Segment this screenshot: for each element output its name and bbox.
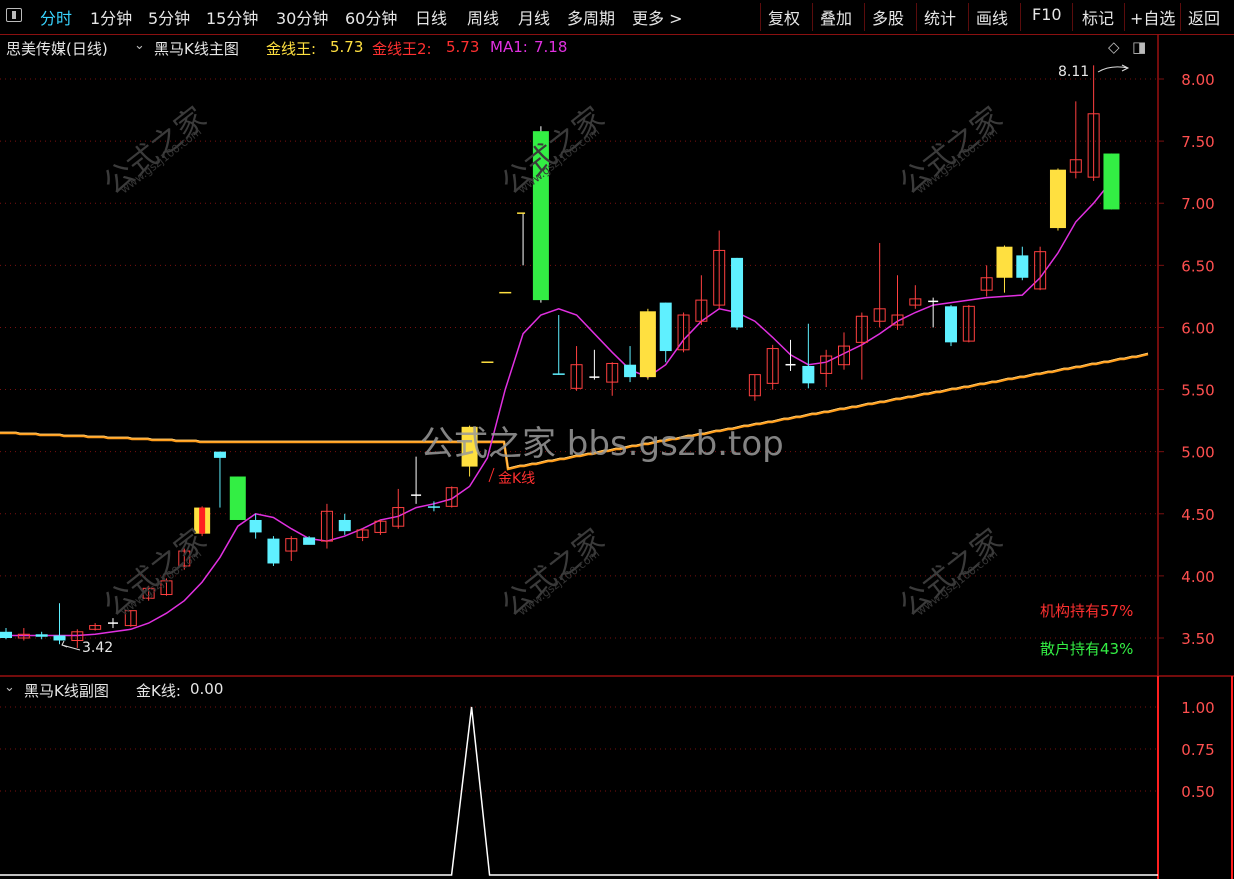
y-tick-label: 6.50 <box>1181 257 1214 275</box>
gold-k-label: 金K线: <box>136 682 181 700</box>
candle-body <box>1049 169 1066 229</box>
gold-k-arrow <box>488 467 495 483</box>
chevron-down-icon[interactable]: ⌄ <box>134 38 145 53</box>
candle-body <box>53 635 66 641</box>
candle-body <box>267 538 280 564</box>
diamond-icon[interactable]: ◇ <box>1108 38 1120 56</box>
gold-line-label: 金线王: <box>266 40 317 58</box>
gold-k-signal-label: 金K线 <box>498 471 536 487</box>
candle-body <box>1016 255 1029 278</box>
candle-body <box>213 451 226 458</box>
candle-body <box>802 365 815 384</box>
y-tick-label: 6.00 <box>1181 319 1214 337</box>
high-arrow <box>1097 66 1129 73</box>
sub-y-tick-label: 0.75 <box>1181 741 1214 759</box>
candle-body <box>659 302 672 352</box>
candle-body <box>731 257 744 328</box>
candle-body <box>639 311 656 378</box>
sub-chevron-down-icon[interactable]: ⌄ <box>4 680 15 695</box>
candle-body <box>944 306 957 343</box>
candle-body <box>229 476 246 520</box>
high-price-label: 8.11 <box>1058 64 1090 80</box>
sub-y-tick-label: 1.00 <box>1181 699 1214 717</box>
y-tick-label: 5.50 <box>1181 382 1214 400</box>
candle-body <box>338 519 351 532</box>
candle-body <box>996 246 1013 278</box>
watermark-center: 公式之家 bbs.gszb.top <box>420 424 784 464</box>
ma1-label: MA1: <box>490 38 528 56</box>
candle-body-signal-inner <box>199 507 206 534</box>
y-tick-label: 7.50 <box>1181 133 1214 151</box>
low-price-label: 3.42 <box>82 640 114 656</box>
sub-indicator-name[interactable]: 黑马K线副图 <box>24 680 109 701</box>
y-tick-label: 4.50 <box>1181 506 1214 524</box>
window-icon[interactable]: ◨ <box>1132 38 1146 56</box>
candle-body <box>249 519 262 533</box>
sub-y-tick-label: 0.50 <box>1181 783 1214 801</box>
ma1-value: 7.18 <box>534 38 568 56</box>
candle-body <box>427 506 440 508</box>
y-tick-label: 7.00 <box>1181 195 1214 213</box>
gold-k-value: 0.00 <box>190 680 224 698</box>
gold-line-value: 5.73 <box>330 38 364 56</box>
gold-k-indicator-line <box>0 706 1158 876</box>
high-arrow-head <box>1121 64 1130 72</box>
candle-body <box>35 634 48 637</box>
gold-line2-label: 金线王2: <box>372 40 432 58</box>
gold-line2-value: 5.73 <box>446 38 480 56</box>
candle-body <box>0 631 12 638</box>
candle-body <box>1103 153 1120 210</box>
main-indicator-name[interactable]: 黑马K线主图 <box>154 38 239 59</box>
candle-body <box>552 373 565 375</box>
institution-holding: 机构持有57% <box>1040 602 1134 620</box>
stock-name: 思美传媒(日线) <box>6 40 108 58</box>
candle-body <box>624 364 637 378</box>
y-tick-label: 8.00 <box>1181 71 1214 89</box>
retail-holding: 散户持有43% <box>1040 640 1134 658</box>
y-tick-label: 4.00 <box>1181 568 1214 586</box>
y-tick-label: 5.00 <box>1181 444 1214 462</box>
candle-body <box>303 537 316 545</box>
y-tick-label: 3.50 <box>1181 630 1214 648</box>
